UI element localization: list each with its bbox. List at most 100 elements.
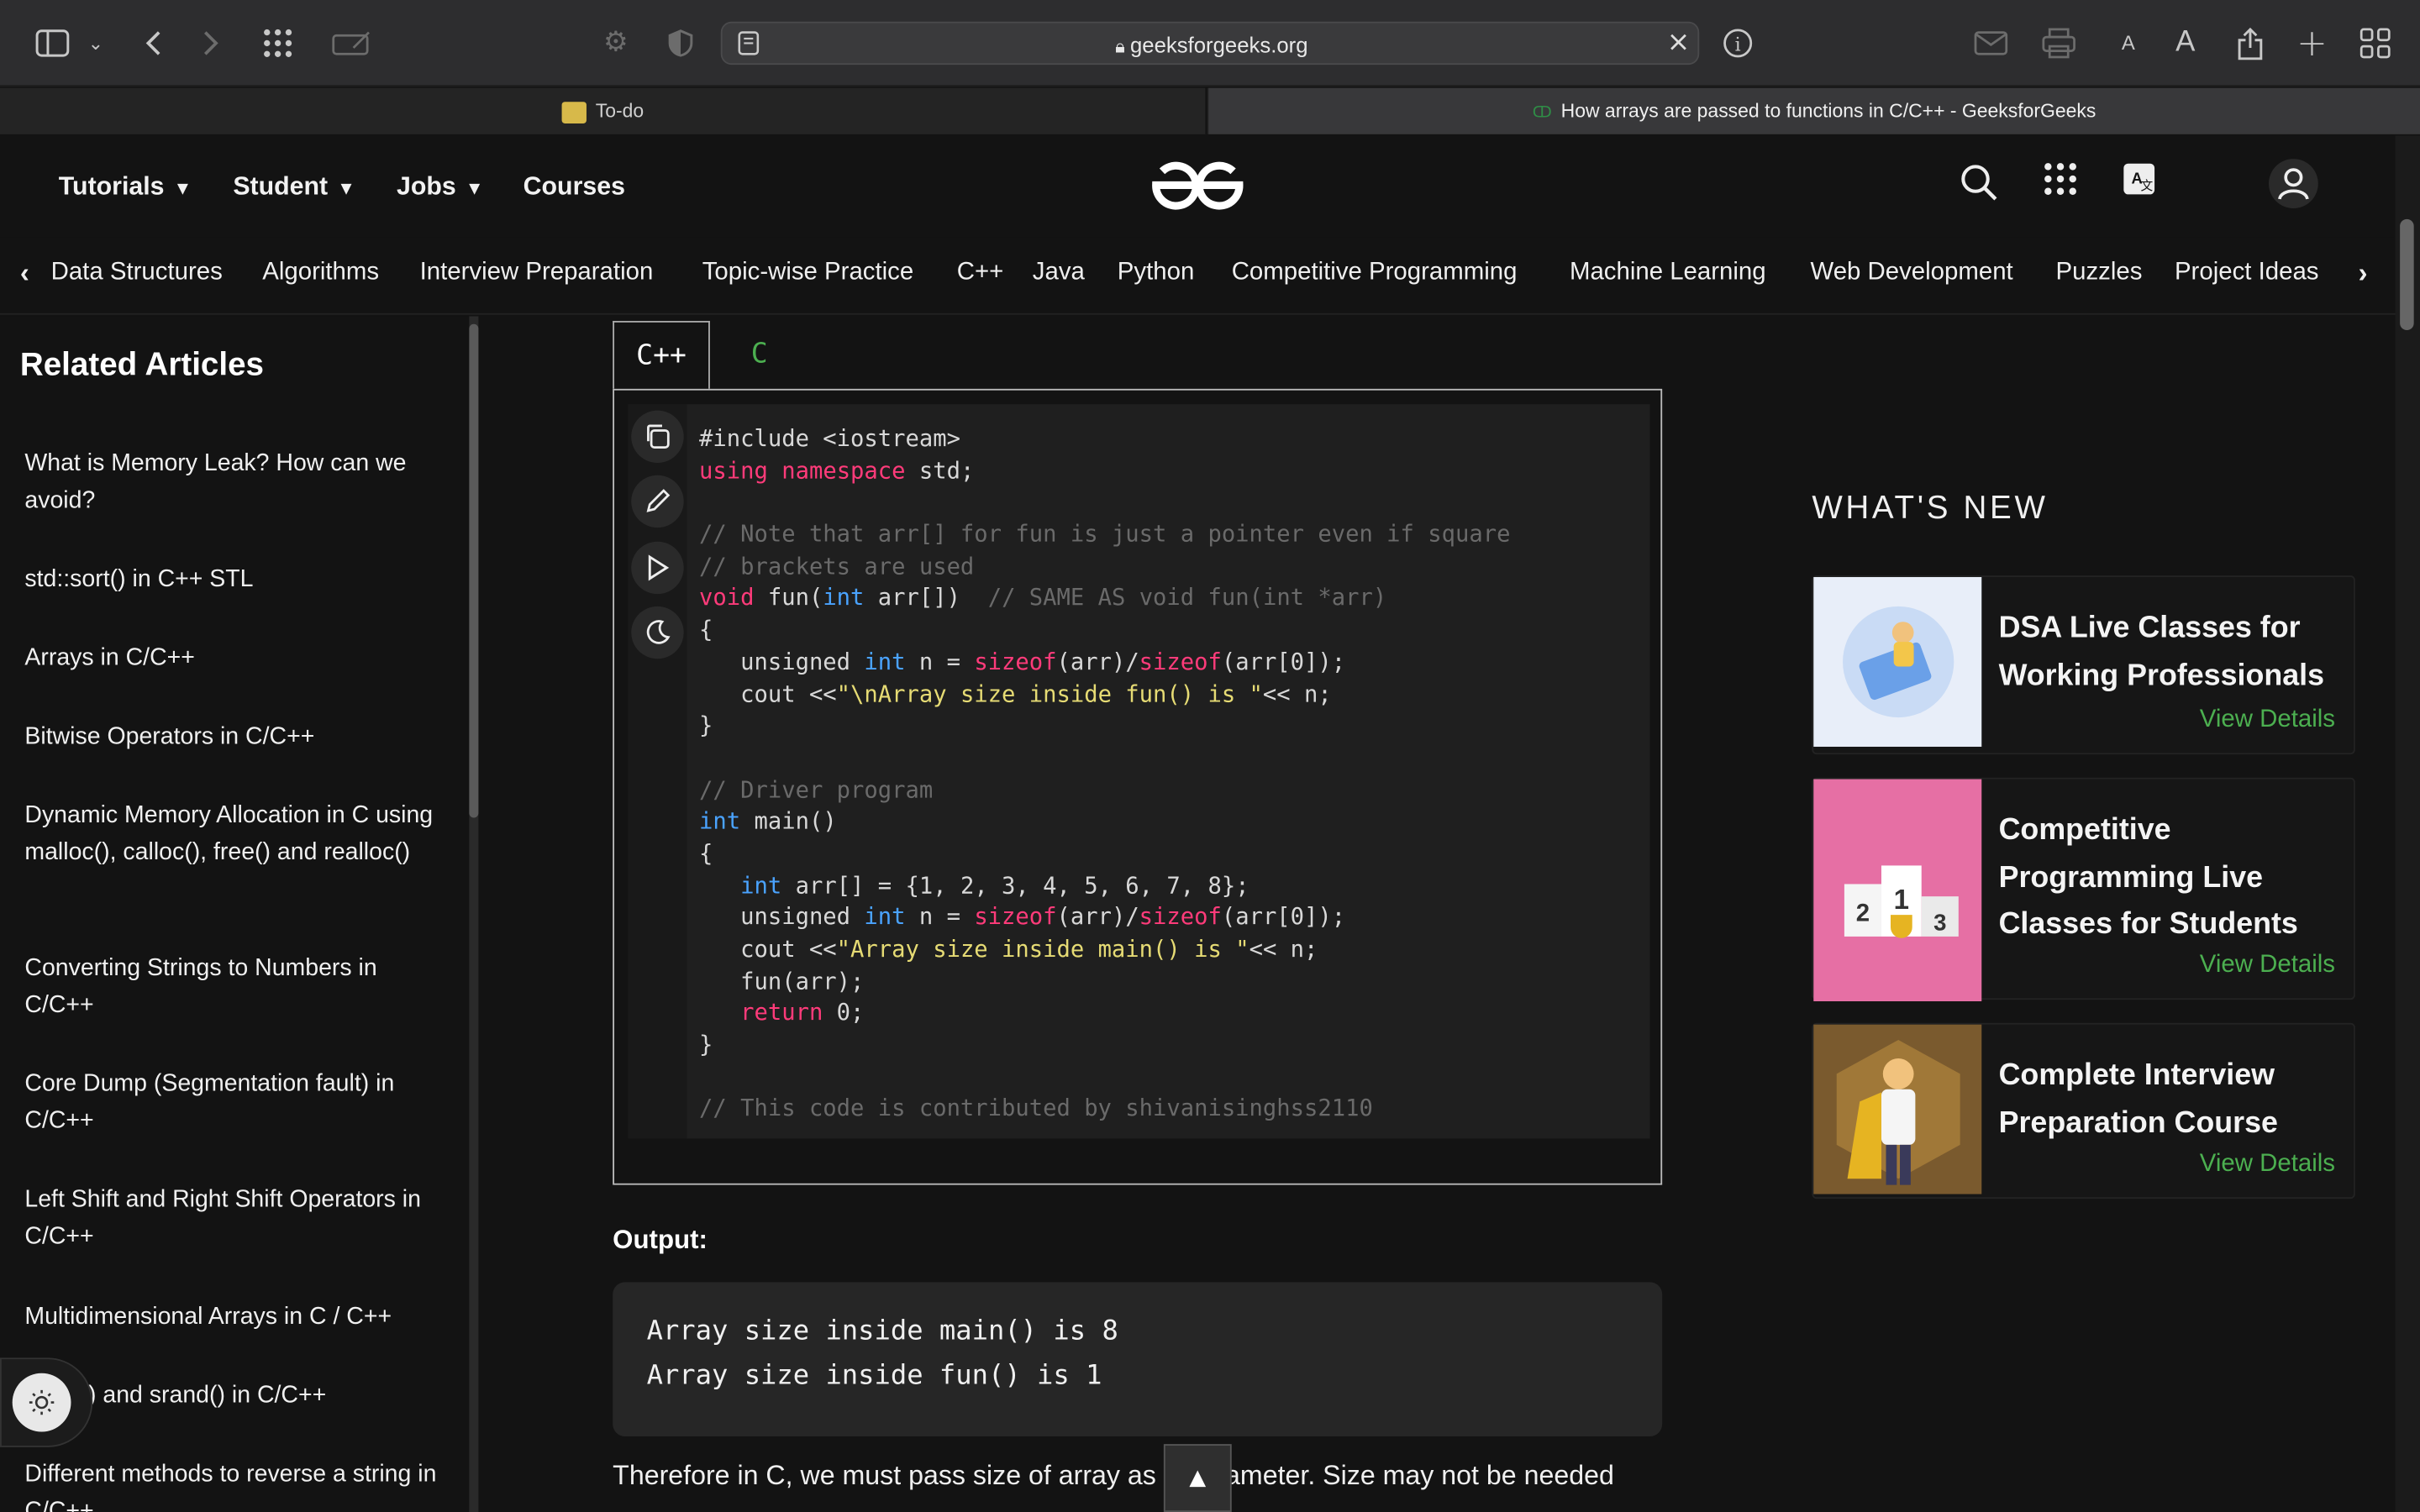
back-icon[interactable] [131,0,174,87]
nav-label: Student [233,172,329,201]
related-article-link[interactable]: Converting Strings to Numbers in C/C++ [24,950,449,1024]
related-article-link[interactable]: Core Dump (Segmentation fault) in C/C++ [24,1066,449,1140]
tab-c[interactable]: C [729,321,790,389]
code-line: int arr[] = {1, 2, 3, 4, 5, 6, 7, 8}; [740,872,1249,900]
nav-jobs[interactable]: Jobs ▼ [397,136,484,238]
code-language-tabs: C++ C [613,321,1662,389]
clear-url-icon[interactable]: × [1667,26,1691,59]
svg-text:2: 2 [1856,900,1870,927]
chevron-left-icon[interactable]: ‹ [20,238,29,315]
browser-toolbar: ⌄ ⚙ 🔒︎ geeksforgeeks.org × i A A + [0,0,2420,87]
related-article-link[interactable]: Multidimensional Arrays in C / C++ [24,1299,449,1336]
code-line: unsigned int n = sizeof(arr)/sizeof(arr[… [699,904,1346,932]
lock-icon: 🔒︎ [1115,35,1130,57]
svg-text:1: 1 [1894,885,1909,916]
sidebar-scroll-thumb[interactable] [469,323,479,818]
run-play-icon[interactable] [631,541,684,595]
text-larger-icon[interactable]: A [2164,0,2207,87]
sidebar-toggle-icon[interactable] [31,0,74,87]
subnav-web-development[interactable]: Web Development [1810,238,2012,315]
course-title: Complete Interview Preparation Course [1998,1058,2278,1140]
interview-course-image [1813,1024,1982,1194]
view-details-link[interactable]: View Details [2200,952,2335,979]
gfg-logo-icon[interactable] [1147,155,1249,216]
output-block: Array size inside main() is 8 Array size… [613,1282,1663,1436]
tab-overview-icon[interactable] [2354,0,2396,87]
view-details-link[interactable]: View Details [2200,706,2335,734]
print-icon[interactable] [2037,0,2080,87]
subnav-cpp[interactable]: C++ [957,238,1004,315]
subnav-interview-preparation[interactable]: Interview Preparation [420,238,654,315]
grid-icon[interactable] [256,0,299,87]
subnav-puzzles[interactable]: Puzzles [2056,238,2143,315]
page-scroll-thumb[interactable] [2400,218,2414,331]
related-article-link[interactable]: () and srand() in C/C++ [81,1378,451,1415]
chevron-down-icon[interactable]: ⌄ [74,0,117,87]
search-icon[interactable] [1957,160,2003,207]
text-smaller-icon[interactable]: A [2107,0,2149,87]
subnav-machine-learning[interactable]: Machine Learning [1570,238,1766,315]
settings-gear-icon[interactable]: ⚙ [594,0,637,87]
shield-icon[interactable] [659,0,702,87]
mail-icon[interactable] [1970,0,2012,87]
related-article-link[interactable]: std::sort() in C++ STL [24,562,449,599]
svg-text:3: 3 [1933,910,1946,936]
related-article-link[interactable]: Dynamic Memory Allocation in C using mal… [24,798,449,872]
subnav-java[interactable]: Java [1033,238,1085,315]
subnav-data-structures[interactable]: Data Structures [51,238,223,315]
dark-mode-moon-icon[interactable] [631,606,684,659]
view-details-link[interactable]: View Details [2200,1151,2335,1179]
tab-title: How arrays are passed to functions in C/… [1560,100,2096,123]
nav-student[interactable]: Student ▼ [233,136,355,238]
subnav-algorithms[interactable]: Algorithms [262,238,379,315]
related-article-link[interactable]: Arrays in C/C++ [24,640,449,677]
browser-tab-gfg[interactable]: ↀ How arrays are passed to functions in C… [1208,87,2420,134]
course-card[interactable]: 213 Competitive Programming Live Classes… [1812,777,2355,1002]
chevron-down-icon: ▼ [173,176,192,199]
tab-cpp[interactable]: C++ [613,321,710,389]
info-icon[interactable]: i [1716,0,1759,87]
chevron-right-icon[interactable]: › [2359,238,2368,315]
code-line: return 0; [740,1000,865,1027]
nav-tutorials[interactable]: Tutorials ▼ [59,136,192,238]
url-text: 🔒︎ geeksforgeeks.org [723,24,1701,66]
browser-tab-todo[interactable]: To-do [0,87,1207,134]
apps-grid-icon[interactable] [2042,160,2088,207]
copy-icon[interactable] [631,410,684,464]
code-line: unsigned int n = sizeof(arr)/sizeof(arr[… [699,648,1346,676]
code-line: fun(arr); [699,968,865,995]
subnav-competitive-programming[interactable]: Competitive Programming [1232,238,1518,315]
code-line: #include <iostream> [699,425,960,453]
subnav-topic-wise-practice[interactable]: Topic-wise Practice [702,238,914,315]
related-article-link[interactable]: Bitwise Operators in C/C++ [24,719,449,756]
dsa-course-image [1813,576,1982,747]
code-line: cout <<"\nArray size inside fun() is "<<… [699,680,1332,708]
subnav-project-ideas[interactable]: Project Ideas [2175,238,2319,315]
course-card[interactable]: DSA Live Classes for Working Professiona… [1812,575,2355,755]
code-line: // brackets are used [699,553,975,580]
related-article-link[interactable]: Left Shift and Right Shift Operators in … [24,1182,449,1256]
new-tab-plus-icon[interactable]: + [2291,0,2333,87]
page-scrollbar[interactable] [2395,135,2420,1512]
sun-icon [29,1389,55,1415]
course-title: Competitive Programming Live Classes for… [1998,812,2298,942]
nav-label: Jobs [397,172,456,201]
course-card[interactable]: Complete Interview Preparation Course Vi… [1812,1022,2355,1200]
subnav-python[interactable]: Python [1118,238,1194,315]
topic-subnav: ‹ Data Structures Algorithms Interview P… [0,237,2396,315]
related-article-link[interactable]: Different methods to reverse a string in… [24,1457,449,1512]
related-articles-title: Related Articles [19,347,264,383]
share-icon[interactable] [2228,0,2271,87]
annotate-icon[interactable] [330,0,373,87]
forward-icon[interactable] [190,0,233,87]
translate-icon[interactable]: A文 [2121,160,2167,207]
scroll-to-top-button[interactable]: ▲ [1163,1444,1232,1512]
address-bar[interactable]: 🔒︎ geeksforgeeks.org × [720,21,1701,66]
nav-courses[interactable]: Courses [523,136,625,238]
whats-new-title: WHAT'S NEW [1812,491,2049,527]
user-icon[interactable] [2267,157,2319,209]
related-article-link[interactable]: What is Memory Leak? How can we avoid? [24,446,449,520]
code-line: // Note that arr[] for fun is just a poi… [699,521,1511,549]
edit-pencil-icon[interactable] [631,475,684,528]
theme-toggle-button[interactable] [12,1373,71,1432]
